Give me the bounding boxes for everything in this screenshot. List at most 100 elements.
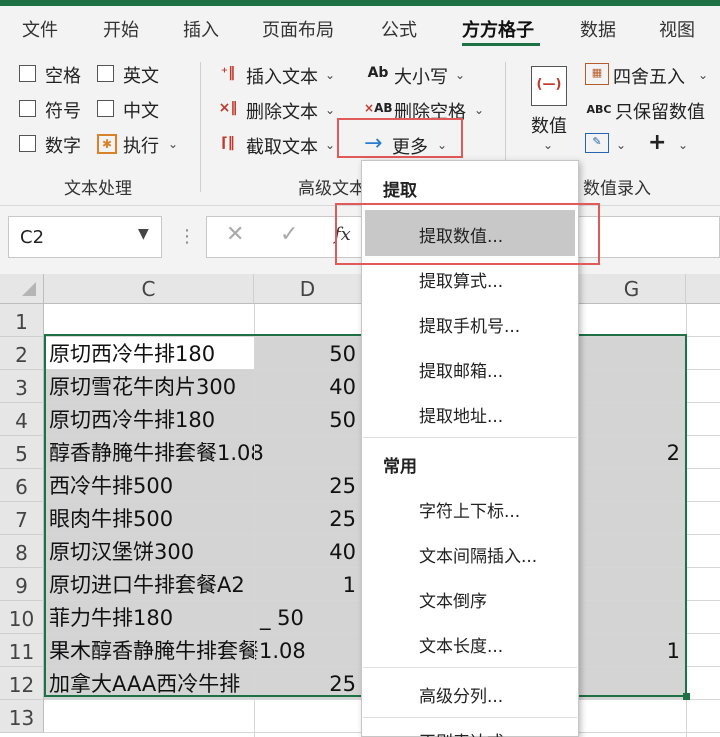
chevron-down-icon: ⌄ [325,103,336,117]
cell-d[interactable]: 50 [254,337,362,370]
cell-g[interactable] [578,568,686,601]
delete-space-icon-text: AB [374,101,393,115]
menu-item-reverse-text[interactable]: 文本倒序 [419,587,487,612]
fill-handle[interactable] [683,693,690,700]
menu-item-extract-phone[interactable]: 提取手机号... [419,312,520,337]
confirm-icon[interactable]: ✓ [280,222,298,247]
cell-c[interactable]: 西冷牛排500 [44,469,254,502]
cell-g[interactable]: 2 [578,436,686,469]
cell-g[interactable] [578,502,686,535]
menu-item-text-length[interactable]: 文本长度... [419,632,503,657]
extract-text-label: 截取文本 [246,137,318,158]
menu-item-interval-insert[interactable]: 文本间隔插入... [419,542,537,567]
row-header[interactable]: 8 [0,535,44,568]
row-header[interactable]: 1 [0,304,44,337]
cell-g[interactable] [578,370,686,403]
cell-g[interactable] [578,469,686,502]
cell-c[interactable]: 原切进口牛排套餐A2 [44,568,254,601]
caret-down-icon[interactable]: ▼ [138,226,149,242]
checkbox-box[interactable] [19,65,36,82]
cell-d[interactable]: _ 50 [254,601,362,634]
cell-g[interactable] [578,403,686,436]
row-header[interactable]: 2 [0,337,44,370]
plus-icon: + [648,130,667,155]
value-label: 数值 [531,116,567,137]
chevron-down-icon: ⌄ [474,103,485,117]
cell-d[interactable]: 25 [254,667,362,700]
checkbox-box[interactable] [97,100,114,117]
cell-c[interactable]: 原切西冷牛排180 [44,403,254,436]
checkbox-box[interactable] [19,100,36,117]
tab-home[interactable]: 开始 [103,16,139,42]
cell-c[interactable]: 原切汉堡饼300 [44,535,254,568]
row-header[interactable]: 11 [0,634,44,667]
cell-c[interactable]: 眼肉牛排500 [44,502,254,535]
cancel-icon[interactable]: ✕ [226,222,244,247]
cell-g[interactable] [578,700,686,733]
tab-file[interactable]: 文件 [22,16,58,42]
checkbox-label: 数字 [45,136,81,157]
checkbox-box[interactable] [19,135,36,152]
cell-c[interactable]: 醇香静腌牛排套餐1.08 [44,436,362,469]
cell-c[interactable]: 加拿大AAA西冷牛排 [44,667,254,700]
tab-formulas[interactable]: 公式 [381,16,417,42]
row-header[interactable]: 4 [0,403,44,436]
menu-item-superscript[interactable]: 字符上下标... [419,497,520,522]
tab-data[interactable]: 数据 [580,16,616,42]
cell-d[interactable] [254,700,362,733]
cell-g[interactable] [578,535,686,568]
delete-text-label: 删除文本 [246,102,318,123]
cell-d[interactable]: 40 [254,535,362,568]
cell-d[interactable]: 25 [254,469,362,502]
abc-icon: ABC [586,103,612,116]
checkbox-label: 符号 [45,101,81,122]
cell-g[interactable] [578,337,686,370]
cell-g[interactable] [578,304,686,337]
round-icon: ▦ [585,63,609,85]
menu-item-advanced-split[interactable]: 高级分列... [419,682,503,707]
cell-d[interactable]: 25 [254,502,362,535]
row-header[interactable]: 12 [0,667,44,700]
chevron-down-icon: ⌄ [325,138,336,152]
cell-d[interactable]: 50 [254,403,362,436]
column-header-d[interactable]: D [254,274,362,304]
row-header[interactable]: 13 [0,700,44,733]
cell-d[interactable] [254,304,362,337]
row-header[interactable]: 10 [0,601,44,634]
table-edit-icon: ✎ [585,133,609,153]
menu-item-extract-address[interactable]: 提取地址... [419,402,503,427]
row-header[interactable]: 9 [0,568,44,601]
tab-page-layout[interactable]: 页面布局 [262,16,334,42]
cell-c[interactable]: 菲力牛排180 [44,601,254,634]
row-header[interactable]: 5 [0,436,44,469]
row-header[interactable]: 7 [0,502,44,535]
column-header-c[interactable]: C [44,274,254,304]
row-header[interactable]: 3 [0,370,44,403]
extract-text-icon: ⌈‖ [221,135,235,151]
value-icon: (—) [531,66,567,106]
checkbox-box[interactable] [97,65,114,82]
menu-section-extract: 提取 [383,181,417,201]
tab-insert[interactable]: 插入 [183,16,219,42]
tab-view[interactable]: 视图 [659,16,695,42]
cell-g[interactable] [578,667,686,700]
menu-item-regex[interactable]: 正则表达式... [419,728,520,737]
column-header-next[interactable] [686,274,720,304]
keep-value-label: 只保留数值 [615,102,705,123]
cell-c[interactable]: 果木醇香静腌牛排套餐1.08 [44,634,362,667]
cell-c[interactable]: 原切雪花牛肉片300 [44,370,254,403]
cell-c[interactable] [44,700,254,733]
tab-fangfang[interactable]: 方方格子 [462,16,534,42]
row-header[interactable]: 6 [0,469,44,502]
cell-g[interactable] [578,601,686,634]
menu-item-extract-email[interactable]: 提取邮箱... [419,357,503,382]
column-header-g[interactable]: G [578,274,686,304]
cell-c[interactable]: 原切西冷牛排180 [44,337,254,370]
cell-d[interactable]: 40 [254,370,362,403]
cell-d[interactable]: 1 [254,568,362,601]
cell-g[interactable]: 1 [578,634,686,667]
execute-icon: ✱ [97,134,117,154]
menu-section-common: 常用 [383,457,417,477]
cell-c[interactable] [44,304,254,337]
menu-item-extract-formula[interactable]: 提取算式... [419,267,503,292]
